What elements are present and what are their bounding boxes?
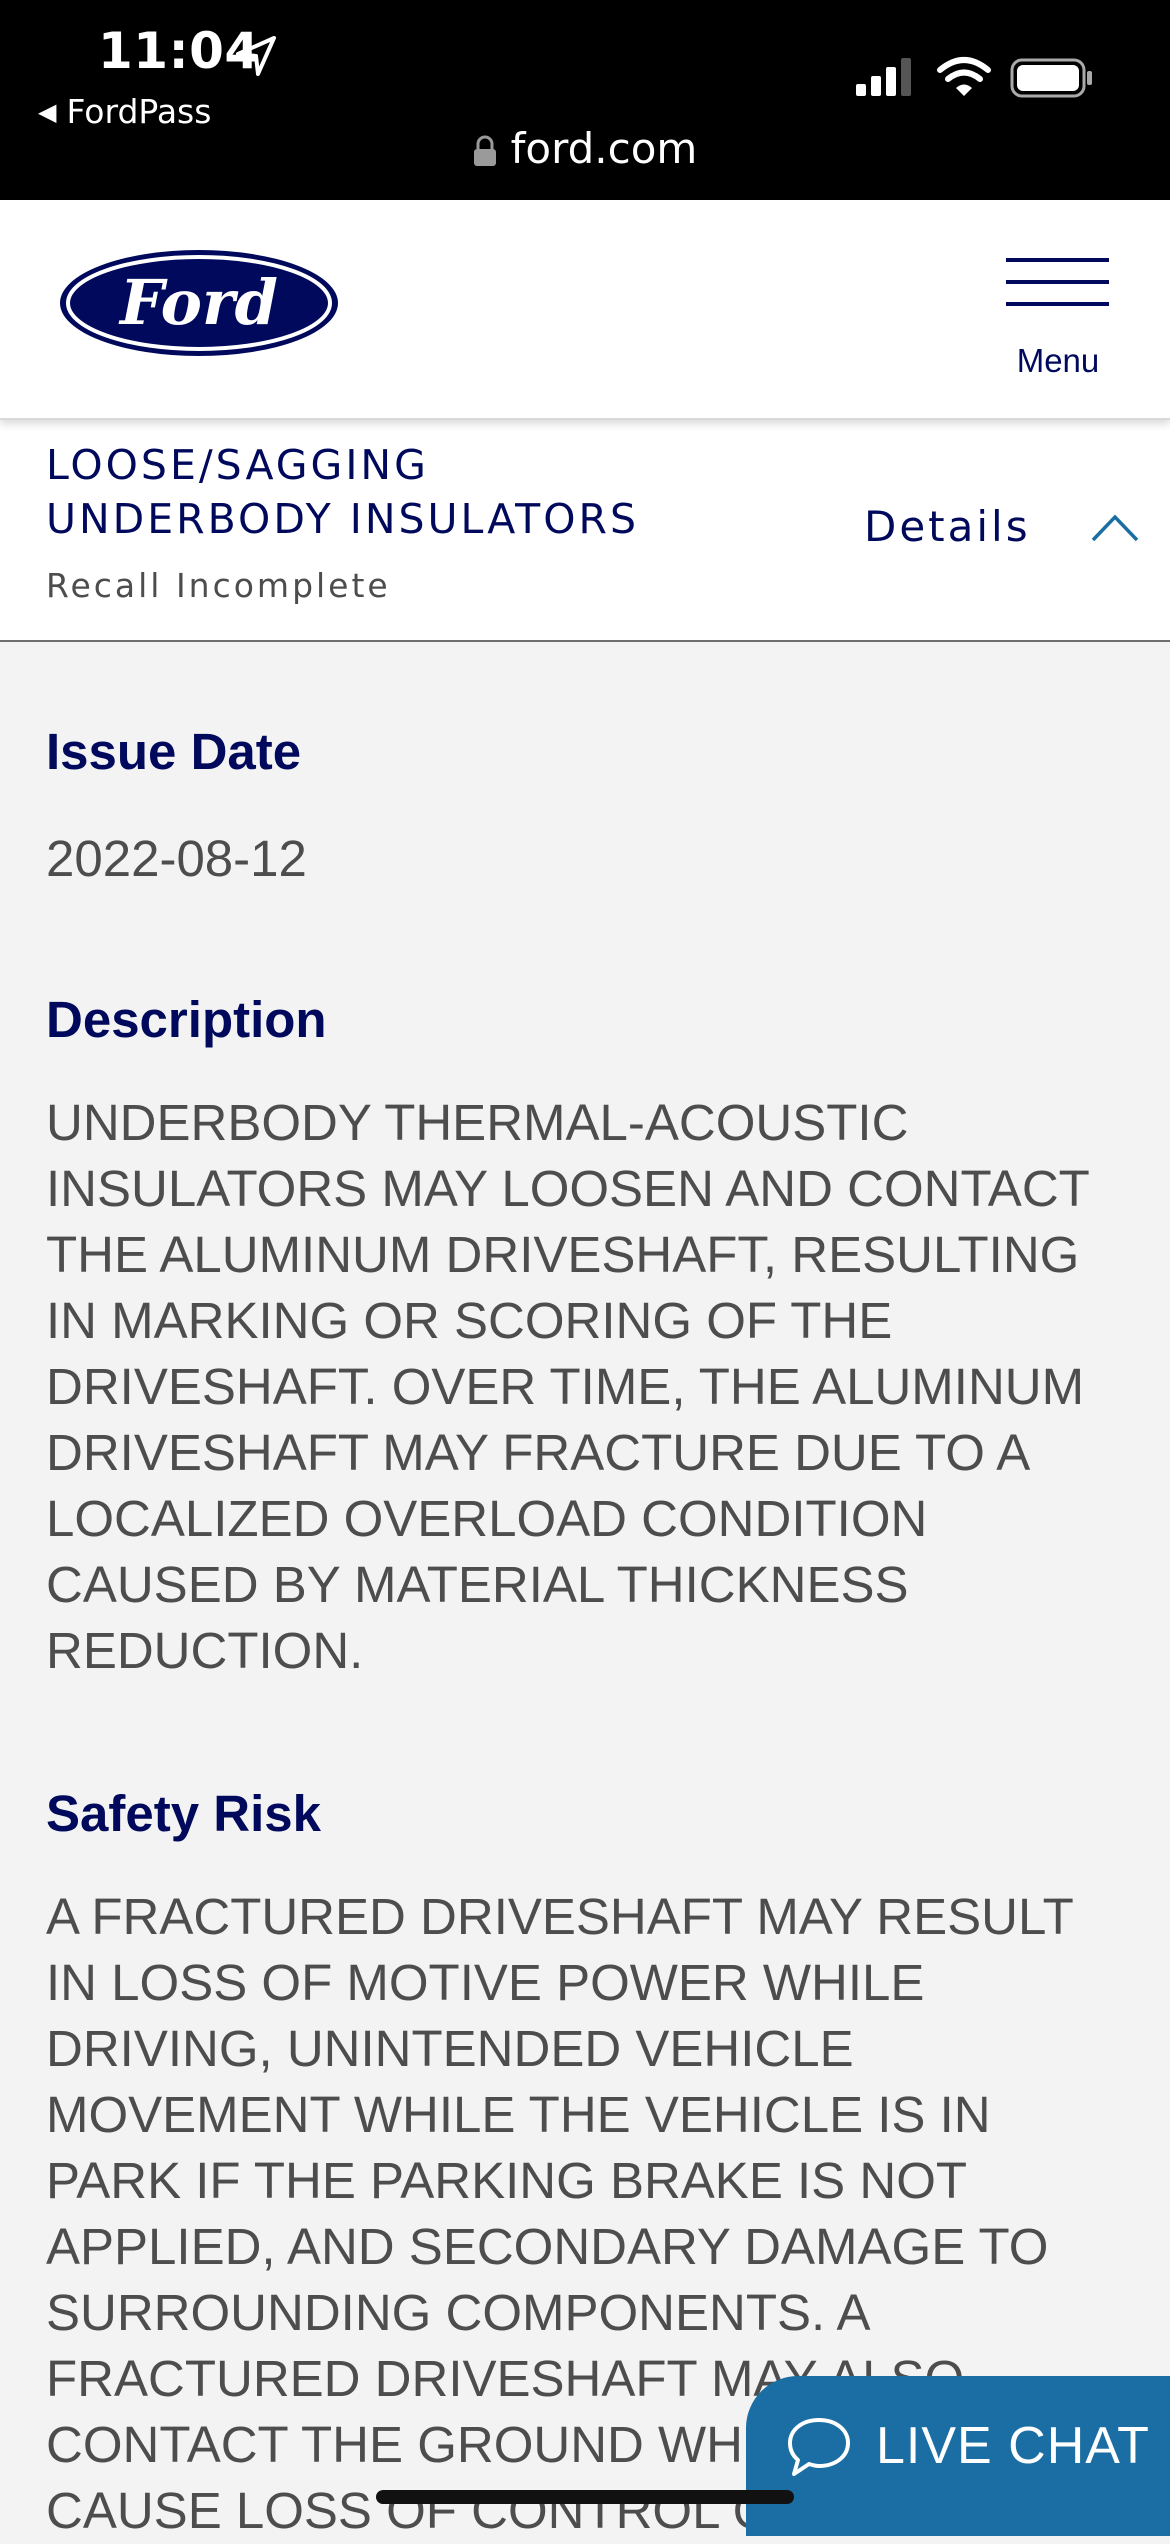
menu-bar-bottom (1006, 302, 1109, 306)
safety-risk-title: Safety Risk (46, 1785, 321, 1842)
status-bar: 11:04 ◀ FordPass ford.com (0, 0, 1170, 200)
wifi-icon (937, 57, 991, 96)
live-chat-button[interactable]: LIVE CHAT (746, 2376, 1170, 2536)
url-text: ford.com (510, 124, 698, 173)
site-header: Ford Menu (0, 200, 1170, 420)
details-toggle-button[interactable]: Details (864, 502, 1154, 562)
issue-date-title: Issue Date (46, 723, 302, 780)
recall-title: LOOSE/SAGGING UNDERBODY INSULATORS (46, 441, 639, 543)
issue-date-value: 2022-08-12 (46, 830, 307, 887)
menu-bar-middle (1006, 280, 1109, 284)
ford-logo-text: Ford (118, 266, 278, 339)
details-label: Details (864, 502, 1031, 551)
back-triangle-icon: ◀ (38, 98, 57, 126)
description-body: UNDERBODY THERMAL-ACOUSTIC INSULATORS MA… (46, 1094, 1089, 1679)
chat-bubble-icon (788, 2418, 850, 2476)
recall-header: LOOSE/SAGGING UNDERBODY INSULATORS Recal… (0, 418, 1170, 642)
lock-icon (473, 135, 496, 166)
location-arrow-icon (236, 36, 276, 76)
battery-icon (1010, 58, 1092, 98)
chevron-up-icon (1091, 514, 1139, 542)
home-indicator[interactable] (376, 2490, 794, 2504)
ford-logo[interactable]: Ford (58, 248, 340, 358)
description-title: Description (46, 991, 327, 1048)
menu-bar-top (1006, 258, 1109, 262)
menu-label: Menu (1016, 342, 1100, 379)
address-bar[interactable]: ford.com (0, 124, 1170, 173)
menu-button[interactable]: Menu (1000, 256, 1110, 386)
live-chat-label: LIVE CHAT (876, 2417, 1150, 2475)
cellular-signal-icon (856, 58, 911, 96)
recall-status: Recall Incomplete (46, 566, 391, 605)
